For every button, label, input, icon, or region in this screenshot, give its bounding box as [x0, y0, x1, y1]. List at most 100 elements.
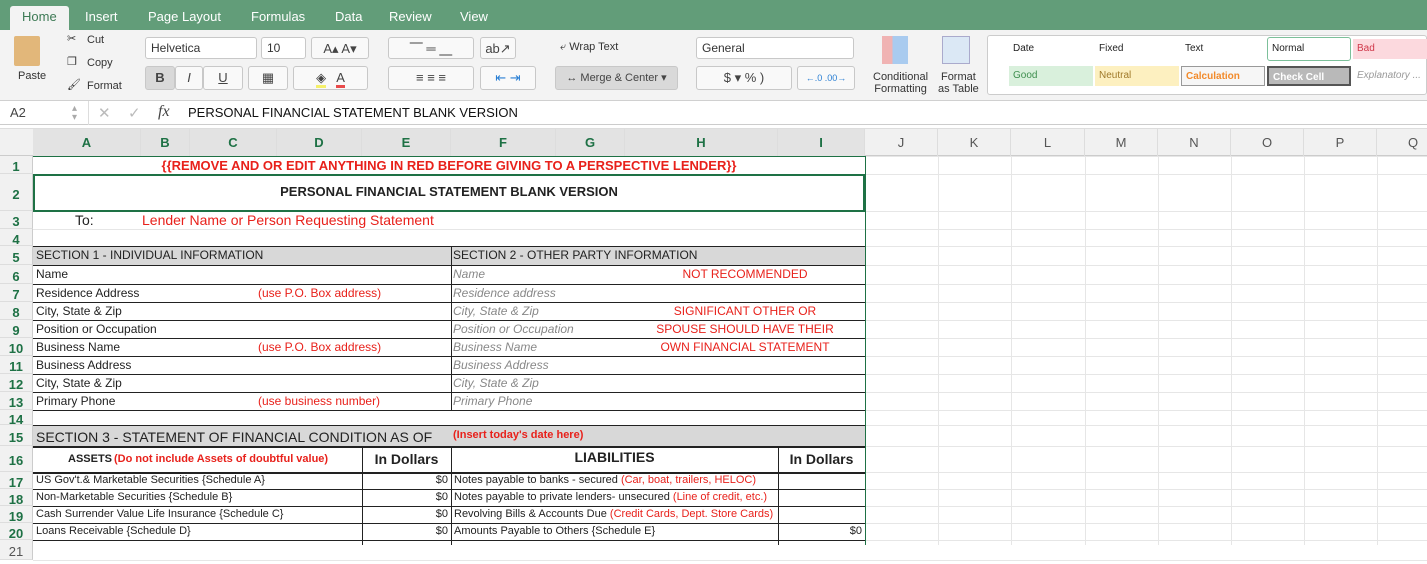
s2-label[interactable]: Primary Phone: [453, 392, 532, 410]
asset-label[interactable]: Non-Marketable Securities {Schedule B}: [36, 488, 232, 506]
style-explanatory[interactable]: Explanatory ...: [1353, 66, 1427, 86]
column-header-G[interactable]: G: [556, 129, 625, 157]
s1-label[interactable]: Business Name: [36, 338, 120, 356]
insert-function-button[interactable]: fx: [158, 103, 170, 121]
column-header-H[interactable]: H: [625, 129, 778, 157]
column-header-M[interactable]: M: [1085, 129, 1158, 157]
wrap-text-button[interactable]: ⤶ Wrap Text: [560, 41, 618, 54]
row-header-7[interactable]: 7: [0, 284, 33, 302]
merge-center-button[interactable]: ↔ Merge & Center ▾: [555, 66, 678, 90]
row-header-3[interactable]: 3: [0, 211, 33, 229]
bold-button[interactable]: B: [145, 66, 175, 90]
tab-formulas[interactable]: Formulas: [239, 6, 317, 30]
font-size-grow-shrink[interactable]: A▴ A▾: [311, 37, 369, 59]
column-header-B[interactable]: B: [141, 129, 190, 157]
column-header-P[interactable]: P: [1304, 129, 1377, 157]
liability-label[interactable]: Amounts Payable to Others {Schedule E}: [454, 522, 655, 540]
vertical-align-buttons[interactable]: ⎺ ═ ⎽: [388, 37, 474, 59]
s2-label[interactable]: Business Address: [453, 356, 549, 374]
style-calculation[interactable]: Calculation: [1181, 66, 1265, 86]
conditional-formatting-icon[interactable]: [882, 36, 908, 64]
lender-name[interactable]: Lender Name or Person Requesting Stateme…: [142, 211, 434, 229]
s2-label[interactable]: Residence address: [453, 284, 556, 302]
row-header-15[interactable]: 15: [0, 425, 33, 446]
liability-label[interactable]: Notes payable to private lenders- unsecu…: [454, 488, 767, 506]
row-header-11[interactable]: 11: [0, 356, 33, 374]
row-header-5[interactable]: 5: [0, 246, 33, 265]
s2-label[interactable]: Business Name: [453, 338, 537, 356]
row-header-21[interactable]: 21: [0, 540, 33, 560]
row-header-14[interactable]: 14: [0, 410, 33, 427]
s2-label[interactable]: Position or Occupation: [453, 320, 574, 338]
tab-insert[interactable]: Insert: [73, 6, 130, 30]
row-header-13[interactable]: 13: [0, 392, 33, 410]
column-header-I[interactable]: I: [778, 129, 865, 157]
underline-button[interactable]: U: [203, 66, 243, 90]
column-header-N[interactable]: N: [1158, 129, 1231, 157]
column-header-K[interactable]: K: [938, 129, 1011, 157]
format-painter-button[interactable]: Format: [87, 80, 122, 92]
copy-icon[interactable]: ❐: [67, 55, 77, 68]
style-date[interactable]: Date: [1009, 39, 1093, 59]
column-header-E[interactable]: E: [362, 129, 451, 157]
number-format-select[interactable]: General: [696, 37, 854, 59]
tab-page-layout[interactable]: Page Layout: [136, 6, 233, 30]
asset-value[interactable]: $0: [362, 522, 448, 540]
comma-button[interactable]: ): [760, 70, 764, 85]
format-as-table-button[interactable]: Format as Table: [938, 71, 979, 95]
style-check-cell[interactable]: Check Cell: [1267, 66, 1351, 86]
tab-review[interactable]: Review: [377, 6, 444, 30]
style-neutral[interactable]: Neutral: [1095, 66, 1179, 86]
orientation-button[interactable]: ab↗: [480, 37, 516, 59]
style-text[interactable]: Text: [1181, 39, 1265, 59]
style-normal[interactable]: Normal: [1267, 37, 1351, 61]
s1-label[interactable]: Name: [36, 265, 68, 283]
s2-label[interactable]: City, State & Zip: [453, 302, 539, 320]
row-header-9[interactable]: 9: [0, 320, 33, 338]
borders-button[interactable]: ▦: [248, 66, 288, 90]
column-header-D[interactable]: D: [277, 129, 362, 157]
row-header-8[interactable]: 8: [0, 302, 33, 320]
style-good[interactable]: Good: [1009, 66, 1093, 86]
cut-button[interactable]: Cut: [87, 34, 104, 46]
row-header-6[interactable]: 6: [0, 265, 33, 284]
number-format-buttons[interactable]: $ ▾ % ): [696, 66, 792, 90]
liability-label[interactable]: Revolving Bills & Accounts Due (Credit C…: [454, 505, 773, 523]
indent-buttons[interactable]: ⇤ ⇥: [480, 66, 536, 90]
s1-label[interactable]: Primary Phone: [36, 392, 115, 410]
asset-label[interactable]: Cash Surrender Value Life Insurance {Sch…: [36, 505, 283, 523]
name-box[interactable]: A2: [10, 105, 26, 120]
s1-label[interactable]: City, State & Zip: [36, 302, 122, 320]
copy-button[interactable]: Copy: [87, 57, 113, 69]
column-header-O[interactable]: O: [1231, 129, 1304, 157]
font-name-select[interactable]: Helvetica: [145, 37, 257, 59]
row-header-17[interactable]: 17: [0, 472, 33, 490]
fill-font-color-buttons[interactable]: ◈ A: [293, 66, 368, 90]
italic-button[interactable]: I: [175, 66, 203, 90]
conditional-formatting-button[interactable]: Conditional Formatting: [873, 71, 928, 95]
s2-label[interactable]: Name: [453, 265, 485, 283]
asset-label[interactable]: US Gov't.& Marketable Securities {Schedu…: [36, 471, 265, 489]
horizontal-align-buttons[interactable]: ≡ ≡ ≡: [388, 66, 474, 90]
style-fixed[interactable]: Fixed: [1095, 39, 1179, 59]
liability-label[interactable]: Notes payable to banks - secured (Car, b…: [454, 471, 756, 489]
s1-label[interactable]: Business Address: [36, 356, 131, 374]
column-header-J[interactable]: J: [865, 129, 938, 157]
s1-label[interactable]: Residence Address: [36, 284, 139, 302]
statement-title[interactable]: PERSONAL FINANCIAL STATEMENT BLANK VERSI…: [33, 183, 865, 201]
tab-home[interactable]: Home: [10, 6, 69, 30]
decimal-buttons[interactable]: ←.0 .00→: [797, 66, 855, 90]
s2-label[interactable]: City, State & Zip: [453, 374, 539, 392]
format-as-table-icon[interactable]: [942, 36, 970, 64]
row-header-2[interactable]: 2: [0, 174, 33, 211]
column-header-L[interactable]: L: [1011, 129, 1085, 157]
asset-value[interactable]: $0: [362, 488, 448, 506]
liability-value[interactable]: $0: [778, 522, 862, 540]
row-header-18[interactable]: 18: [0, 489, 33, 507]
paste-icon[interactable]: [14, 36, 40, 66]
tab-data[interactable]: Data: [323, 6, 374, 30]
row-header-1[interactable]: 1: [0, 156, 33, 174]
asset-value[interactable]: $0: [362, 471, 448, 489]
format-painter-icon[interactable]: 🖌: [67, 78, 81, 91]
row-header-16[interactable]: 16: [0, 446, 33, 472]
